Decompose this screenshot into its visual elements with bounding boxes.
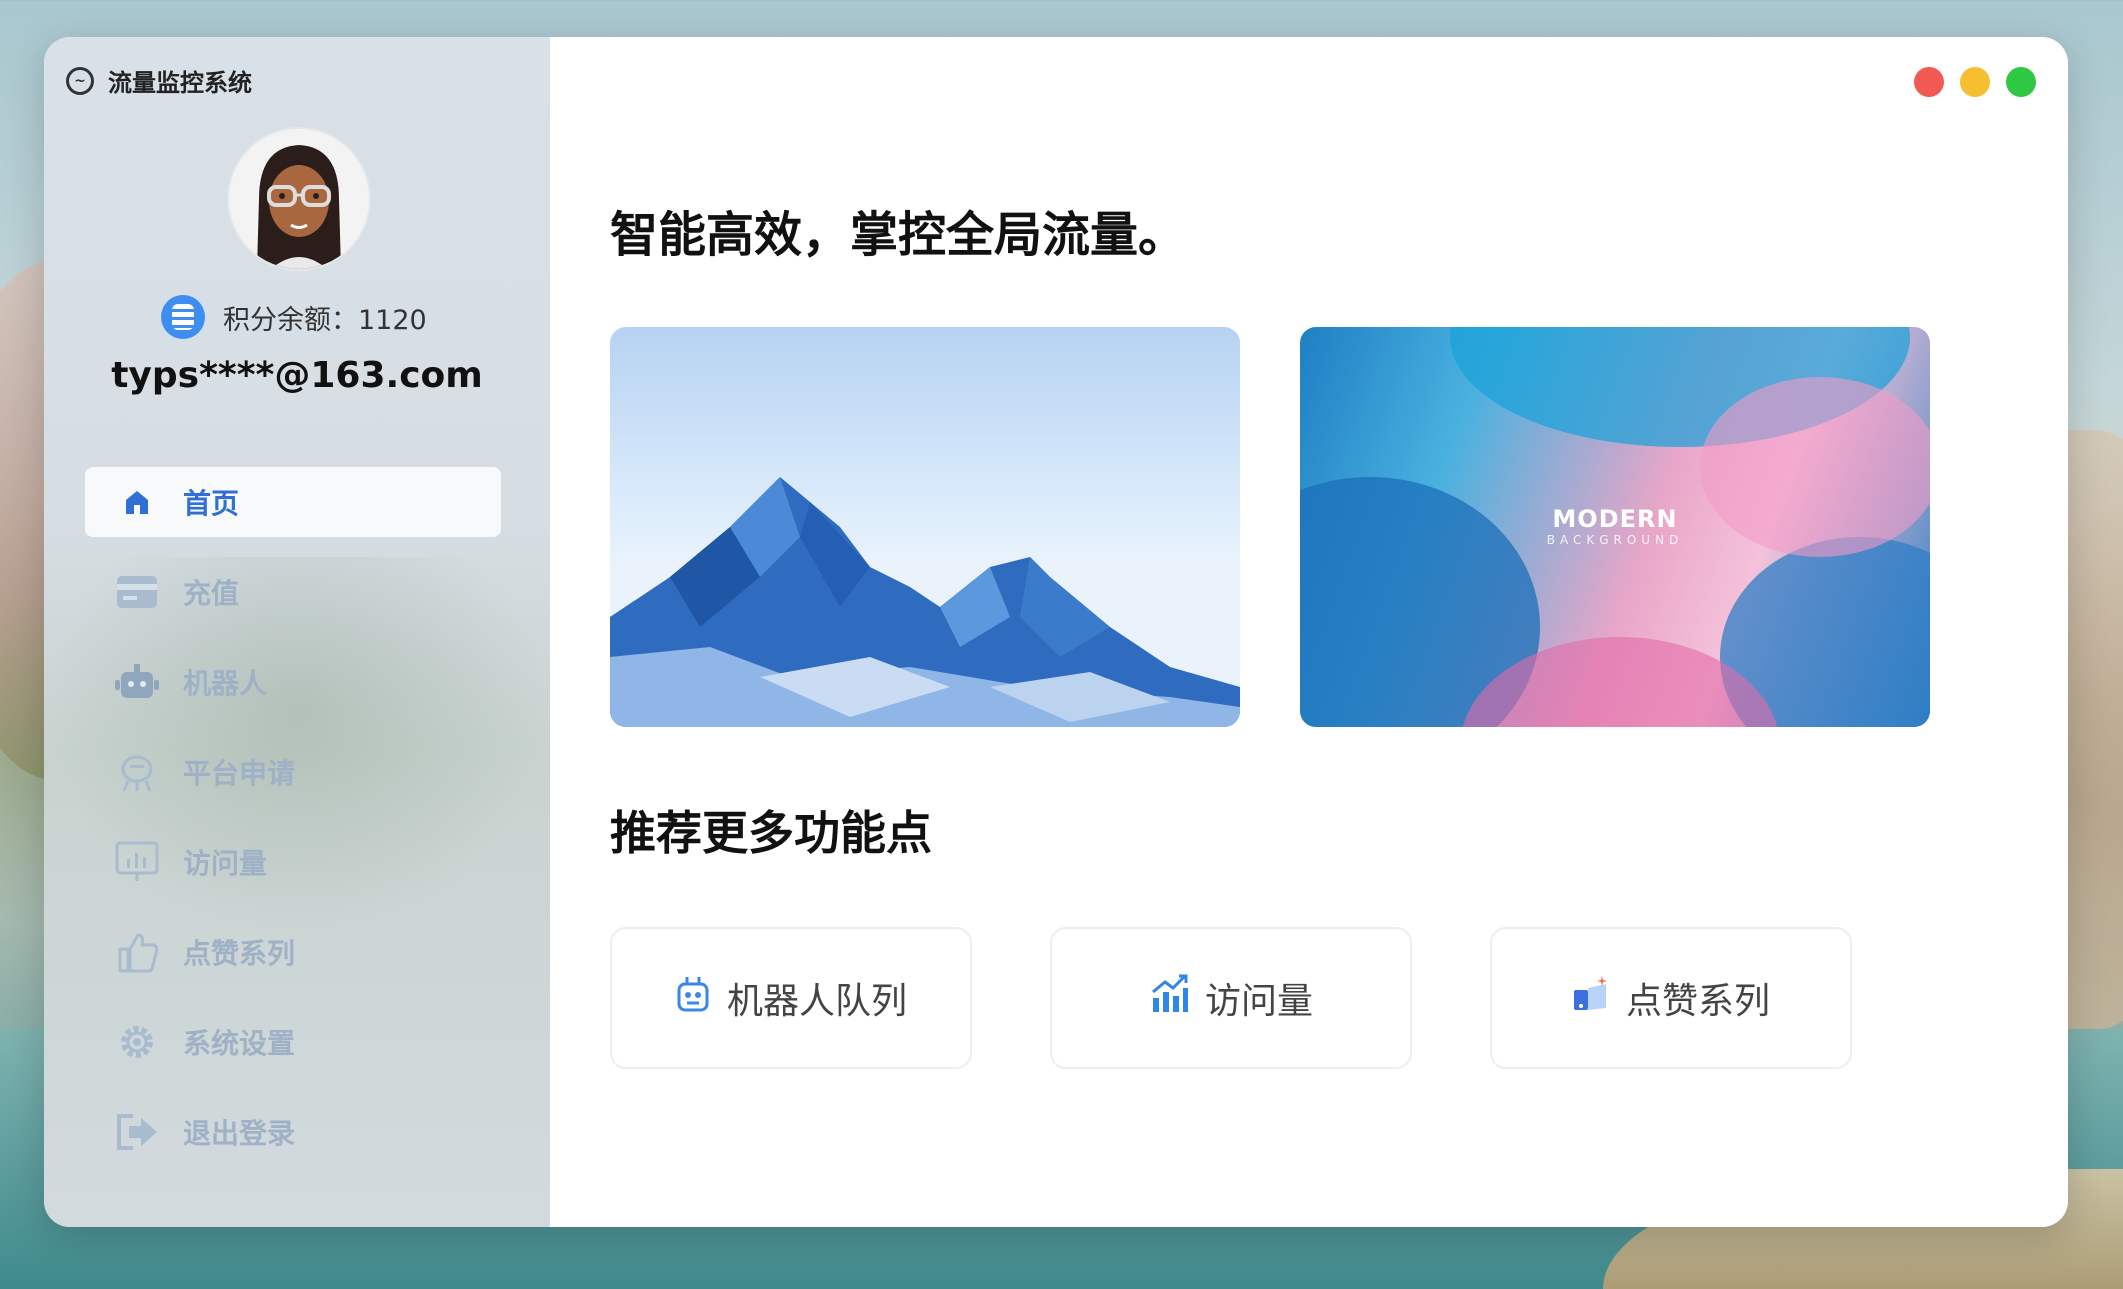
sidebar-nav: 首页 充值 机器人 平台申请 访问量 点赞系列 系统设置 退出登录 bbox=[85, 467, 501, 1187]
feature-card-visits[interactable]: 访问量 bbox=[1050, 927, 1412, 1069]
sidebar-item-visits[interactable]: 访问量 bbox=[85, 827, 501, 897]
sidebar-item-label: 点赞系列 bbox=[183, 937, 296, 970]
home-icon bbox=[115, 480, 159, 524]
coin-stack-icon bbox=[161, 295, 205, 339]
banner-modern-text: MODERN BACKGROUND bbox=[1300, 505, 1930, 547]
sidebar-item-label: 退出登录 bbox=[183, 1117, 296, 1150]
section-title: 推荐更多功能点 bbox=[610, 806, 932, 860]
sidebar-item-platform[interactable]: 平台申请 bbox=[85, 737, 501, 807]
credits-label: 积分余额： bbox=[223, 304, 358, 336]
sidebar-item-logout[interactable]: 退出登录 bbox=[85, 1097, 501, 1167]
banner-modern-subtitle: BACKGROUND bbox=[1546, 533, 1684, 547]
gear-icon bbox=[115, 1020, 159, 1064]
app-title: ~ 流量监控系统 bbox=[66, 63, 252, 98]
banner-mountain[interactable] bbox=[610, 327, 1240, 727]
feature-card-label: 机器人队列 bbox=[726, 981, 907, 1022]
banner-modern-title: MODERN bbox=[1552, 505, 1678, 533]
page-headline: 智能高效，掌控全局流量。 bbox=[610, 207, 1187, 263]
thumbs-up-icon bbox=[115, 930, 159, 974]
sidebar-item-home[interactable]: 首页 bbox=[85, 467, 501, 537]
feature-card-label: 点赞系列 bbox=[1625, 981, 1770, 1022]
sidebar-item-label: 系统设置 bbox=[183, 1027, 296, 1060]
logout-icon bbox=[115, 1110, 159, 1154]
credits-balance: 积分余额：1120 bbox=[161, 295, 427, 339]
main-content: 智能高效，掌控全局流量。 MODERN BACKGROUND 推荐更多功能点 机… bbox=[550, 37, 2068, 1227]
avatar-image bbox=[229, 129, 369, 269]
sidebar-item-recharge[interactable]: 充值 bbox=[85, 557, 501, 627]
sidebar-item-label: 平台申请 bbox=[183, 757, 296, 790]
sidebar-item-label: 充值 bbox=[183, 577, 240, 610]
sidebar-item-label: 机器人 bbox=[183, 667, 268, 700]
sidebar-item-label: 访问量 bbox=[183, 847, 268, 880]
feature-card-robot-queue[interactable]: 机器人队列 bbox=[610, 927, 972, 1069]
sidebar: ~ 流量监控系统 积分余额：1120 typs****@163.com 首页 充… bbox=[44, 37, 550, 1227]
app-title-text: 流量监控系统 bbox=[108, 69, 252, 97]
monitor-icon bbox=[115, 840, 159, 884]
platform-icon bbox=[115, 750, 159, 794]
app-logo-icon: ~ bbox=[66, 66, 94, 95]
avatar[interactable] bbox=[227, 127, 371, 271]
mountain-illustration bbox=[610, 477, 1240, 727]
user-email: typs****@163.com bbox=[111, 355, 483, 396]
feature-card-label: 访问量 bbox=[1204, 981, 1313, 1022]
sidebar-item-likes[interactable]: 点赞系列 bbox=[85, 917, 501, 987]
sidebar-item-robot[interactable]: 机器人 bbox=[85, 647, 501, 717]
chart-icon bbox=[1149, 974, 1189, 1023]
card-icon bbox=[115, 570, 159, 614]
sidebar-item-settings[interactable]: 系统设置 bbox=[85, 1007, 501, 1077]
app-window: ~ 流量监控系统 积分余额：1120 typs****@163.com 首页 充… bbox=[44, 37, 2068, 1227]
sidebar-item-label: 首页 bbox=[183, 487, 240, 520]
robot-icon bbox=[675, 974, 711, 1023]
credits-value: 1120 bbox=[358, 304, 427, 336]
banner-modern[interactable]: MODERN BACKGROUND bbox=[1300, 327, 1930, 727]
feature-card-likes[interactable]: 点赞系列 bbox=[1490, 927, 1852, 1069]
robot-icon bbox=[115, 660, 159, 704]
like-icon bbox=[1572, 975, 1610, 1021]
